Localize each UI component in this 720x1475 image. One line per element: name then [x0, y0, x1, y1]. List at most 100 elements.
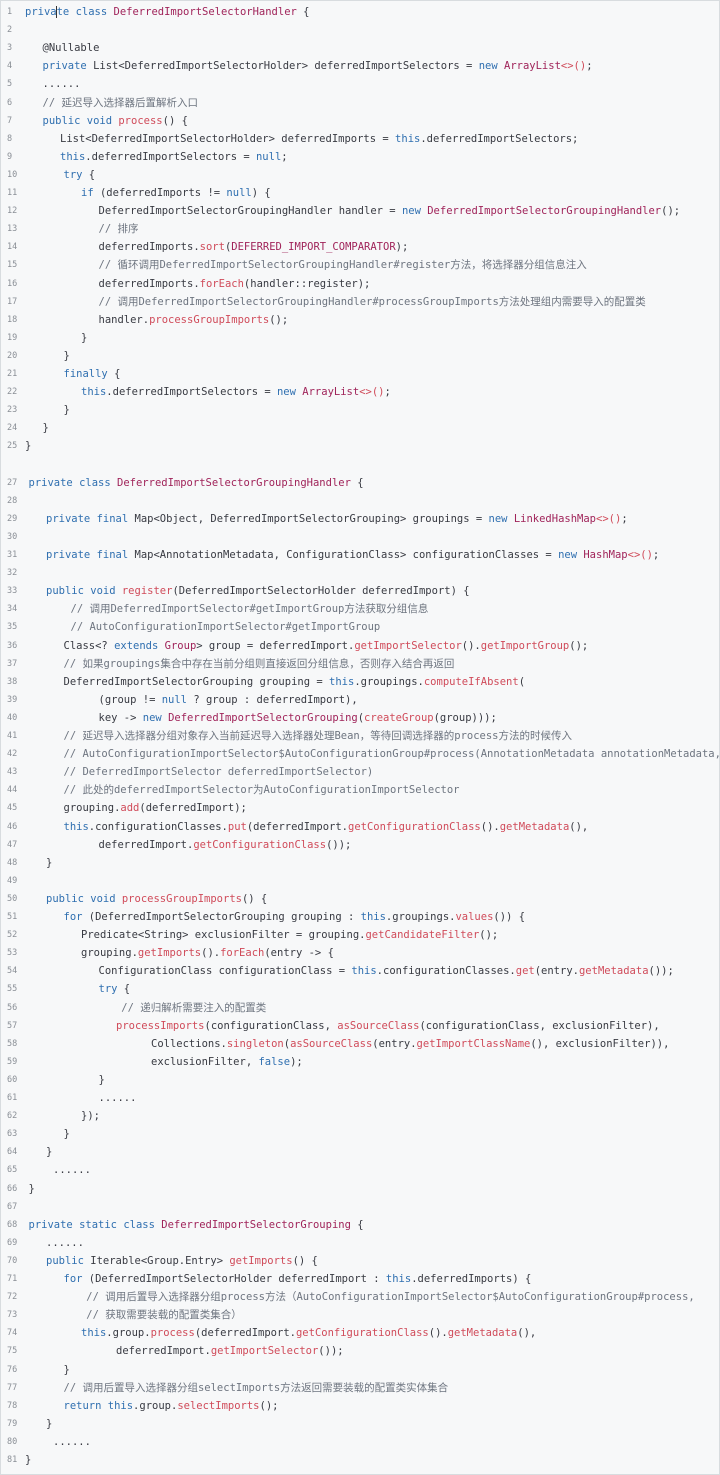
code-token: public void: [42, 114, 119, 127]
code-token: priva: [25, 6, 57, 18]
code-text[interactable]: Class<? extends Group> group = deferredI…: [64, 637, 589, 655]
code-token: }: [63, 404, 70, 417]
code-text[interactable]: handler.processGroupImports();: [99, 311, 289, 329]
code-text[interactable]: this.deferredImportSelectors = new Array…: [81, 383, 391, 401]
code-text[interactable]: private final Map<Object, DeferredImport…: [46, 510, 628, 528]
code-text[interactable]: // AutoConfigurationImportSelector$AutoC…: [64, 745, 720, 763]
code-text[interactable]: });: [81, 1107, 100, 1125]
code-text[interactable]: }: [46, 1415, 52, 1433]
code-token: handler.: [98, 313, 150, 326]
code-text[interactable]: deferredImport.getImportSelector());: [116, 1342, 344, 1360]
line-number: 60: [7, 1074, 18, 1085]
code-text[interactable]: @Nullable: [43, 39, 100, 57]
code-text[interactable]: // 此处的deferredImportSelector为AutoConfigu…: [64, 781, 460, 799]
code-text[interactable]: this.deferredImportSelectors = null;: [60, 148, 288, 166]
code-text[interactable]: private class DeferredImportSelectorGrou…: [29, 474, 364, 492]
code-text[interactable]: private final Map<AnnotationMetadata, Co…: [46, 546, 659, 564]
code-text[interactable]: exclusionFilter, false);: [151, 1053, 303, 1071]
code-text[interactable]: // 调用DeferredImportSelector#getImportGro…: [71, 600, 429, 618]
code-text[interactable]: DeferredImportSelectorGrouping grouping …: [64, 673, 526, 691]
code-text[interactable]: ConfigurationClass configurationClass = …: [99, 962, 674, 980]
code-token: // 延迟导入选择器后置解析入口: [42, 96, 198, 109]
code-text[interactable]: ......: [53, 1433, 91, 1451]
code-token: {: [350, 1218, 364, 1231]
code-text[interactable]: grouping.add(deferredImport);: [64, 799, 247, 817]
code-text[interactable]: // 获取需要装载的配置类集合）: [86, 1306, 241, 1324]
line-number: 72: [7, 1292, 18, 1303]
code-text[interactable]: // 如果groupings集合中存在当前分组则直接返回分组信息，否则存入结合再…: [64, 655, 455, 673]
code-text[interactable]: }: [46, 854, 52, 872]
line-number: 54: [7, 966, 18, 977]
code-text[interactable]: private List<DeferredImportSelectorHolde…: [43, 57, 593, 75]
code-token: {: [107, 368, 121, 380]
code-line: 45 grouping.add(deferredImport);: [1, 799, 719, 817]
code-text[interactable]: }: [64, 401, 70, 419]
line-number: 4: [7, 61, 13, 72]
code-text[interactable]: }: [25, 1451, 31, 1469]
code-text[interactable]: ......: [99, 1089, 137, 1107]
code-token: (configurationClass, exclusionFilter),: [419, 1019, 660, 1032]
code-text[interactable]: // 排序: [99, 220, 139, 238]
code-text[interactable]: try {: [99, 980, 131, 998]
line-number: 3: [7, 43, 13, 54]
code-editor[interactable]: 1 private class DeferredImportSelectorHan…: [0, 0, 720, 1475]
code-text[interactable]: public void processGroupImports() {: [46, 890, 267, 908]
code-text[interactable]: // 调用后置导入选择器分组selectImports方法返回需要装载的配置类实…: [64, 1379, 449, 1397]
line-number: 11: [7, 188, 18, 198]
code-text[interactable]: }: [25, 437, 31, 455]
code-text[interactable]: }: [64, 1125, 70, 1143]
code-text[interactable]: (group != null ? group : deferredImport)…: [99, 691, 358, 709]
code-text[interactable]: deferredImports.sort(DEFERRED_IMPORT_COM…: [99, 238, 409, 256]
code-text[interactable]: ......: [53, 1161, 91, 1179]
code-text[interactable]: List<DeferredImportSelectorHolder> defer…: [60, 130, 578, 148]
code-text[interactable]: ......: [43, 75, 81, 93]
code-text[interactable]: // AutoConfigurationImportSelector#getIm…: [71, 618, 381, 636]
code-text[interactable]: private class DeferredImportSelectorHand…: [25, 3, 310, 21]
code-text[interactable]: // 调用后置导入选择器分组process方法（AutoConfiguratio…: [86, 1288, 694, 1306]
code-text[interactable]: private static class DeferredImportSelec…: [29, 1216, 364, 1234]
code-text[interactable]: for (DeferredImportSelectorGrouping grou…: [64, 908, 526, 926]
code-token: getImportSelector: [354, 639, 462, 652]
code-text[interactable]: // 延迟导入选择器分组对象存入当前延迟导入选择器处理Bean，等待回调选择器的…: [64, 727, 573, 745]
code-text[interactable]: public void register(DeferredImportSelec…: [46, 582, 470, 600]
code-text[interactable]: }: [81, 329, 87, 347]
code-text[interactable]: if (deferredImports != null) {: [81, 184, 271, 202]
code-text[interactable]: try {: [64, 166, 96, 184]
code-text[interactable]: return this.group.selectImports();: [64, 1397, 279, 1415]
code-text[interactable]: }: [64, 1361, 70, 1379]
code-text[interactable]: this.group.process(deferredImport.getCon…: [81, 1324, 536, 1342]
code-token: }: [25, 1454, 32, 1466]
code-text[interactable]: for (DeferredImportSelectorHolder deferr…: [64, 1270, 532, 1288]
code-text[interactable]: ......: [46, 1234, 84, 1252]
code-text[interactable]: // 循环调用DeferredImportSelectorGroupingHan…: [99, 256, 587, 274]
code-text[interactable]: deferredImport.getConfigurationClass());: [99, 836, 352, 854]
code-text[interactable]: }: [29, 1180, 35, 1198]
code-token: // 递归解析需要注入的配置类: [121, 1001, 267, 1014]
code-text[interactable]: // 调用DeferredImportSelectorGroupingHandl…: [99, 293, 646, 311]
code-line: 4 private List<DeferredImportSelectorHold…: [1, 57, 719, 75]
code-text[interactable]: deferredImports.forEach(handler::registe…: [99, 275, 371, 293]
code-text[interactable]: }: [43, 419, 49, 437]
code-text[interactable]: public Iterable<Group.Entry> getImports(…: [46, 1252, 318, 1270]
line-number: 49: [7, 875, 18, 886]
code-token: ......: [42, 78, 81, 91]
code-line: 50 public void processGroupImports() {: [1, 890, 719, 908]
code-text[interactable]: grouping.getImports().forEach(entry -> {: [81, 944, 334, 962]
code-text[interactable]: DeferredImportSelectorGroupingHandler ha…: [99, 202, 681, 220]
code-text[interactable]: // 递归解析需要注入的配置类: [121, 999, 266, 1017]
code-token: (entry.: [372, 1037, 417, 1050]
code-text[interactable]: }: [64, 347, 70, 365]
code-text[interactable]: finally {: [64, 365, 121, 383]
code-text[interactable]: key -> new DeferredImportSelectorGroupin…: [99, 709, 497, 727]
code-text[interactable]: // 延迟导入选择器后置解析入口: [43, 94, 198, 112]
code-text[interactable]: Collections.singleton(asSourceClass(entr…: [151, 1035, 669, 1053]
code-text[interactable]: }: [46, 1143, 52, 1161]
code-text[interactable]: // DeferredImportSelector deferredImport…: [64, 763, 374, 781]
code-text[interactable]: }: [99, 1071, 105, 1089]
code-text[interactable]: processImports(configurationClass, asSou…: [116, 1017, 660, 1035]
code-text[interactable]: public void process() {: [43, 112, 188, 130]
code-text[interactable]: Predicate<String> exclusionFilter = grou…: [81, 926, 498, 944]
code-text[interactable]: this.configurationClasses.put(deferredIm…: [64, 818, 589, 836]
code-token: put: [227, 820, 247, 833]
code-line: 65......: [1, 1161, 719, 1179]
